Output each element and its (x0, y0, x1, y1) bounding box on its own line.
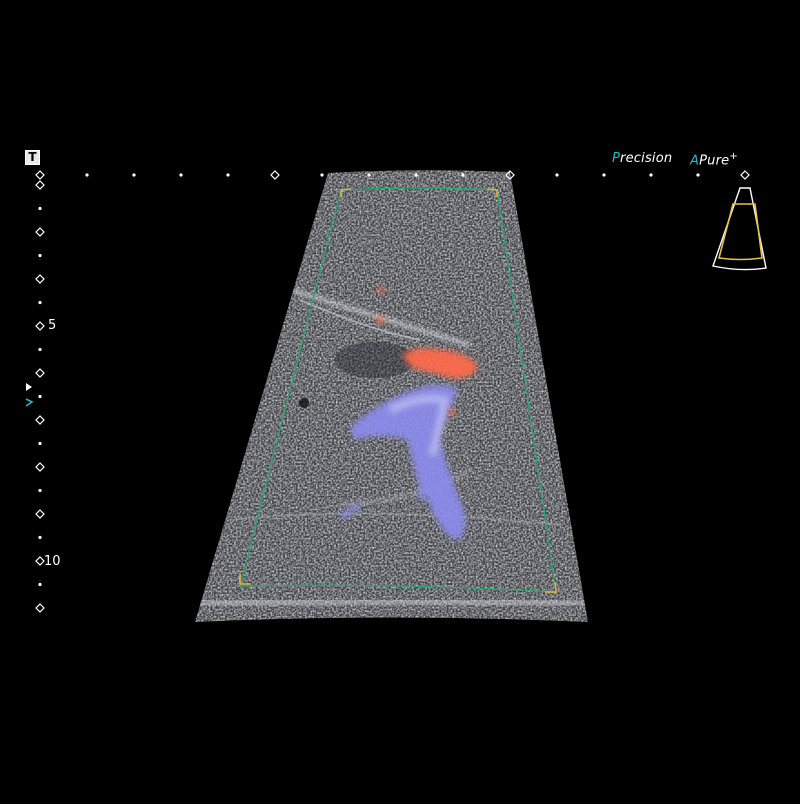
scale-minor-tick (696, 173, 700, 177)
scale-minor-tick (38, 206, 42, 211)
scale-major-tick (35, 274, 45, 284)
scale-major-tick (35, 368, 45, 378)
scale-minor-tick (38, 347, 42, 352)
scale-major-tick (740, 170, 750, 180)
scale-minor-tick (38, 582, 42, 587)
triangle-focus-icon (26, 383, 32, 391)
scale-minor-tick (38, 394, 42, 399)
scale-major-tick (35, 556, 45, 566)
t-marker-icon[interactable]: T (25, 150, 40, 165)
scale-major-tick (35, 462, 45, 472)
brand-pure-accent: A (690, 153, 700, 169)
scale-major-tick (35, 509, 45, 519)
b-mode-sector (195, 170, 588, 622)
scale-major-tick (270, 170, 280, 180)
scale-minor-tick (38, 300, 42, 305)
scale-minor-tick (179, 173, 183, 177)
brand-pure-plus: + (729, 151, 738, 162)
scale-minor-tick (414, 173, 418, 177)
ultrasound-viewport: T Precision APure+ 5 10 (0, 0, 800, 800)
brand-precision: Precision (612, 151, 672, 166)
depth-label-5: 5 (48, 318, 57, 333)
scale-minor-tick (555, 173, 559, 177)
scale-minor-tick (602, 173, 606, 177)
ultrasound-scene (25, 170, 767, 622)
brand-apure: APure+ (690, 151, 738, 168)
scale-minor-tick (85, 173, 89, 177)
scale-minor-tick (320, 173, 324, 177)
scale-minor-tick (132, 173, 136, 177)
scale-minor-tick (367, 173, 371, 177)
scale-minor-tick (226, 173, 230, 177)
chevron-focus-icon (25, 398, 34, 407)
brand-precision-accent: P (612, 151, 621, 166)
brand-pure-rest: Pure (699, 153, 730, 169)
depth-label-10: 10 (44, 554, 61, 569)
brand-precision-rest: recision (620, 151, 673, 166)
scale-minor-tick (38, 441, 42, 446)
scale-major-tick (35, 170, 45, 180)
scale-minor-tick (38, 535, 42, 540)
scale-major-tick (35, 321, 45, 331)
convex-probe-icon (712, 187, 767, 271)
scale-minor-tick (649, 173, 653, 177)
scale-minor-tick (38, 488, 42, 493)
scale-minor-tick (461, 173, 465, 177)
scale-major-tick (35, 180, 45, 190)
scale-major-tick (35, 227, 45, 237)
scale-minor-tick (38, 253, 42, 258)
scale-major-tick (35, 415, 45, 425)
focus-marker (25, 383, 34, 407)
scale-major-tick (35, 603, 45, 613)
t-marker-label: T (28, 150, 37, 164)
